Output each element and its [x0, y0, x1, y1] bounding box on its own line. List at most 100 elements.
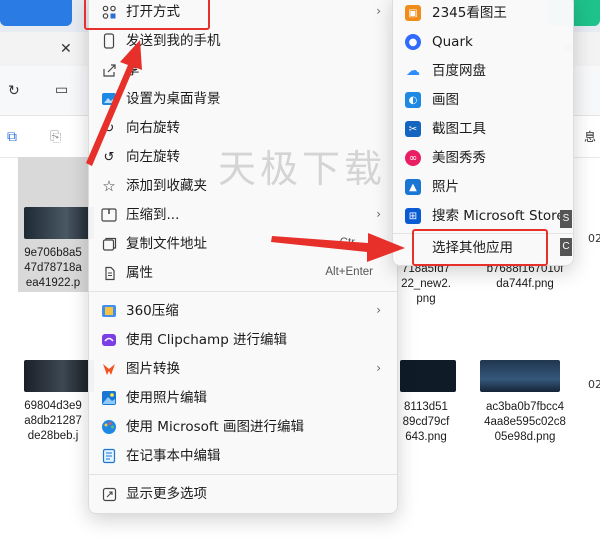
- menu-item-notepad-edit[interactable]: 在记事本中编辑: [93, 442, 395, 470]
- menu-item-share[interactable]: 享: [93, 56, 395, 84]
- menu-item-label: 复制文件地址: [126, 236, 207, 252]
- details-label: 息: [584, 130, 597, 144]
- submenu-item-label: 截图工具: [432, 121, 486, 137]
- rotate-left-icon: ↺: [103, 149, 115, 165]
- star-icon: ☆: [102, 177, 116, 195]
- file-name[interactable]: 718a5fd7 22_new2. png: [396, 262, 456, 307]
- menu-item-send-to-phone[interactable]: 发送到我的手机: [93, 27, 395, 55]
- submenu-item-label: 美图秀秀: [432, 150, 486, 166]
- file-name: 9e706b8a5 47d78718a ea41922.p: [24, 247, 82, 289]
- copy-icon[interactable]: ⧉: [7, 130, 17, 144]
- photos-icon: [101, 390, 117, 406]
- photos-icon: ▲: [405, 179, 421, 195]
- copy-path-icon: [101, 236, 117, 252]
- menu-item-360-zip[interactable]: 360压缩 ›: [93, 297, 395, 325]
- edge-text: 02: [588, 378, 600, 391]
- submenu-item-label: 画图: [432, 92, 459, 108]
- menu-item-label: 显示更多选项: [126, 486, 207, 502]
- paste-icon[interactable]: ⎘: [50, 130, 61, 144]
- menu-item-label: 压缩到...: [126, 207, 180, 223]
- menu-item-photos-edit[interactable]: 使用照片编辑: [93, 384, 395, 412]
- menu-item-paint-edit[interactable]: 使用 Microsoft 画图进行编辑: [93, 413, 395, 441]
- file-thumbnail: [24, 207, 94, 239]
- refresh-icon[interactable]: ↻: [8, 84, 20, 98]
- snipping-tool-icon: ✂: [405, 121, 421, 137]
- submenu-item-label: Quark: [432, 34, 473, 50]
- meitu-icon: ∞: [405, 150, 421, 166]
- phone-icon: [101, 33, 117, 49]
- baidu-netdisk-icon: ☁: [406, 63, 420, 79]
- menu-item-label: 向右旋转: [126, 120, 180, 136]
- menu-item-label: 使用 Clipchamp 进行编辑: [126, 332, 288, 348]
- watermark-text: 天极下载: [218, 147, 387, 191]
- file-item[interactable]: 9e706b8a5 47d78718a ea41922.p: [18, 157, 94, 292]
- image-convert-icon: [101, 361, 117, 377]
- 2345-viewer-icon: ▣: [405, 5, 421, 21]
- submenu-item-label: 百度网盘: [432, 63, 486, 79]
- highlight-box-open-with: [84, 0, 210, 30]
- submenu-item-paint[interactable]: ◐ 画图: [397, 86, 569, 114]
- submenu-item-quark[interactable]: ● Quark: [397, 28, 569, 56]
- submenu-item-label: 2345看图王: [432, 5, 507, 21]
- rotate-right-icon: ↻: [103, 120, 115, 136]
- file-name[interactable]: ac3ba0b7fbcc4 4aa8e595c02c8 05e98d.png: [476, 400, 574, 445]
- file-thumbnail: [24, 360, 94, 392]
- wallpaper-icon: [101, 91, 117, 107]
- submenu-item-photos[interactable]: ▲ 照片: [397, 173, 569, 201]
- zip-icon: [101, 207, 117, 223]
- open-with-submenu: ▣ 2345看图王 ● Quark ☁ 百度网盘 ◐ 画图 ✂ 截图工具 ∞ 美…: [392, 0, 574, 266]
- menu-item-set-wallpaper[interactable]: 设置为桌面背景: [93, 85, 395, 113]
- menu-item-label: 图片转换: [126, 361, 180, 377]
- file-thumbnail: [480, 360, 560, 392]
- submenu-item-meitu[interactable]: ∞ 美图秀秀: [397, 144, 569, 172]
- close-tab-icon[interactable]: ✕: [60, 42, 72, 56]
- menu-item-label: 向左旋转: [126, 149, 180, 165]
- menu-item-properties[interactable]: 属性 Alt+Enter: [93, 259, 395, 287]
- context-menu: 打开方式 › 发送到我的手机 享 设置为桌面背景 ↻ 向右旋转 ↺ 向左旋转 ☆…: [88, 0, 398, 514]
- menu-item-image-convert[interactable]: 图片转换 ›: [93, 355, 395, 383]
- paint-icon: [101, 419, 117, 435]
- chevron-right-icon: ›: [376, 4, 381, 18]
- file-name[interactable]: b7688f167010f da744f.png: [476, 262, 574, 292]
- paint-icon: ◐: [405, 92, 421, 108]
- file-name[interactable]: 8113d51 89cd79cf 643.png: [396, 400, 456, 445]
- more-options-icon: [101, 486, 117, 502]
- submenu-item-snipping[interactable]: ✂ 截图工具: [397, 115, 569, 143]
- edge-text: 02: [588, 232, 600, 245]
- share-icon: [101, 62, 117, 78]
- monitor-icon[interactable]: ▭: [55, 83, 68, 97]
- file-item[interactable]: 69804d3e9 a8db21287 de28beb.j: [18, 357, 94, 447]
- access-key-badge: S: [560, 210, 572, 228]
- submenu-item-baidu-netdisk[interactable]: ☁ 百度网盘: [397, 57, 569, 85]
- menu-item-label: 发送到我的手机: [126, 33, 221, 49]
- chevron-right-icon: ›: [376, 361, 381, 375]
- menu-item-label: 使用照片编辑: [126, 390, 207, 406]
- clipchamp-icon: [101, 332, 117, 348]
- chevron-right-icon: ›: [376, 303, 381, 317]
- menu-item-copy-path[interactable]: 复制文件地址 Ctr: [93, 230, 395, 258]
- submenu-item-label: 搜索 Microsoft Store: [432, 208, 565, 224]
- quark-icon: ●: [405, 34, 421, 50]
- submenu-item-label: 照片: [432, 179, 459, 195]
- menu-item-label: 在记事本中编辑: [126, 448, 221, 464]
- menu-item-clipchamp[interactable]: 使用 Clipchamp 进行编辑: [93, 326, 395, 354]
- menu-item-label: 设置为桌面背景: [126, 91, 221, 107]
- file-thumbnail: [400, 360, 456, 392]
- submenu-item-2345viewer[interactable]: ▣ 2345看图王: [397, 0, 569, 27]
- menu-item-label: 属性: [126, 265, 153, 281]
- menu-item-label: 添加到收藏夹: [126, 178, 207, 194]
- chevron-right-icon: ›: [376, 207, 381, 221]
- menu-item-label: 使用 Microsoft 画图进行编辑: [126, 419, 305, 435]
- 360-zip-icon: [101, 303, 117, 319]
- menu-item-label: 享: [126, 62, 140, 78]
- menu-item-compress-to[interactable]: 压缩到... ›: [93, 201, 395, 229]
- app-tile-blue: [0, 0, 72, 26]
- menu-separator: [89, 291, 397, 292]
- menu-separator: [89, 474, 397, 475]
- properties-icon: [101, 265, 117, 281]
- menu-item-shortcut: Ctr: [339, 237, 355, 249]
- menu-item-more-options[interactable]: 显示更多选项: [93, 480, 395, 508]
- file-name: 69804d3e9 a8db21287 de28beb.j: [24, 400, 82, 442]
- submenu-item-store-search[interactable]: ⊞ 搜索 Microsoft Store: [397, 202, 569, 230]
- notepad-icon: [101, 448, 117, 464]
